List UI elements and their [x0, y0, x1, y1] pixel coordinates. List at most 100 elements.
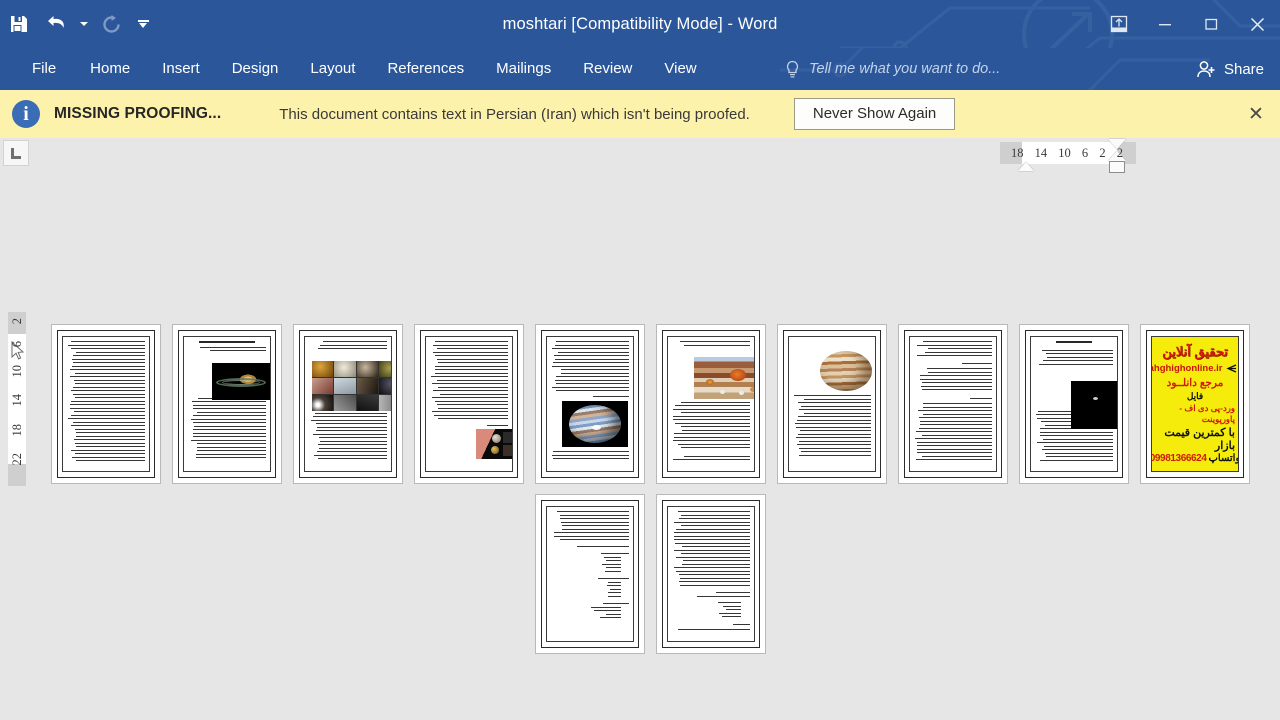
- tell-me-search[interactable]: Tell me what you want to do...: [785, 48, 1000, 90]
- document-text-line: [923, 341, 992, 342]
- document-text-line: [679, 574, 750, 575]
- ribbon-tabs-row: File Home Insert Design Layout Reference…: [0, 48, 1280, 90]
- document-text-line: [683, 560, 750, 561]
- document-text-line: [553, 451, 629, 452]
- document-text-line: [438, 387, 508, 388]
- restore-button[interactable]: [1188, 0, 1234, 48]
- document-text-line: [68, 418, 145, 419]
- document-text-line: [925, 352, 992, 353]
- page-thumbnail-3[interactable]: [293, 324, 403, 484]
- document-text-line: [314, 455, 387, 456]
- document-text-line: [70, 369, 145, 370]
- page-thumbnail-11[interactable]: [535, 494, 645, 654]
- document-text-line: [71, 401, 145, 402]
- document-text-line: [561, 373, 629, 374]
- horizontal-ruler-ticks: 18 14 10 6 2 2: [1009, 142, 1125, 164]
- jupiter-blue-bands-image: [562, 401, 628, 447]
- document-workspace: 18 14 10 6 2 2 2 6 10 14 18 22 تحقیق آنل…: [0, 138, 1280, 720]
- document-text-line: [438, 408, 508, 409]
- notification-close-button[interactable]: ✕: [1244, 102, 1268, 126]
- page-thumbnail-6[interactable]: [656, 324, 766, 484]
- document-text-line: [799, 409, 871, 410]
- tab-home[interactable]: Home: [74, 48, 146, 90]
- document-text-line: [915, 438, 992, 439]
- document-text-line: [673, 419, 750, 420]
- page-thumbnail-2[interactable]: [172, 324, 282, 484]
- document-text-line: [675, 405, 750, 406]
- page-thumbnail-10[interactable]: تحقیق آنلاین Tahghighonline.ir مرجع دانل…: [1140, 324, 1250, 484]
- h-tick-2a: 2: [1099, 146, 1105, 161]
- tab-file[interactable]: File: [22, 48, 74, 90]
- v-tick-10: 10: [11, 365, 24, 378]
- page-thumbnail-7[interactable]: [777, 324, 887, 484]
- proofing-notification-bar: i MISSING PROOFING... This document cont…: [0, 90, 1280, 138]
- close-button[interactable]: [1234, 0, 1280, 48]
- page-thumbnail-9[interactable]: [1019, 324, 1129, 484]
- minimize-button[interactable]: [1142, 0, 1188, 48]
- document-text-line: [726, 609, 741, 610]
- document-text-line: [319, 437, 387, 438]
- document-text-line: [923, 403, 992, 404]
- never-show-again-button[interactable]: Never Show Again: [794, 98, 955, 130]
- document-text-line: [72, 366, 145, 367]
- document-text-line: [75, 453, 145, 454]
- document-text-line: [798, 416, 871, 417]
- document-text-line: [437, 359, 508, 360]
- document-text-line: [674, 437, 750, 438]
- document-text-line: [316, 423, 387, 424]
- vertical-ruler[interactable]: 2 6 10 14 18 22: [8, 318, 26, 466]
- document-text-line: [75, 397, 145, 398]
- document-text-line: [804, 399, 871, 400]
- document-text-line: [604, 557, 621, 558]
- document-text-line: [73, 362, 145, 363]
- tab-insert[interactable]: Insert: [146, 48, 216, 90]
- page-thumbnail-5[interactable]: [535, 324, 645, 484]
- document-text-line: [917, 449, 992, 450]
- document-text-line: [682, 430, 750, 431]
- document-text-line: [602, 564, 622, 565]
- document-text-line: [556, 376, 629, 377]
- page-thumbnail-1[interactable]: [51, 324, 161, 484]
- share-button[interactable]: Share: [1195, 48, 1264, 90]
- document-text-line: [197, 447, 266, 448]
- page-thumbnail-8[interactable]: [898, 324, 1008, 484]
- ribbon-display-options-button[interactable]: [1096, 0, 1142, 48]
- document-text-line: [610, 589, 621, 590]
- document-text-line: [794, 395, 871, 396]
- document-text-line: [76, 460, 145, 461]
- tab-design[interactable]: Design: [216, 48, 295, 90]
- document-text-line: [1043, 360, 1113, 361]
- lightbulb-icon: [785, 60, 800, 79]
- document-text-line: [435, 401, 508, 402]
- page-thumbnail-4[interactable]: [414, 324, 524, 484]
- ad-file-line: فایل: [1187, 391, 1203, 402]
- document-text-line: [606, 567, 621, 568]
- document-text-line: [197, 443, 266, 444]
- ad-whatsapp-label: واتساپ: [1209, 453, 1240, 464]
- document-text-line: [919, 417, 992, 418]
- v-tick-6: 6: [11, 341, 24, 347]
- page-thumbnail-12[interactable]: [656, 494, 766, 654]
- document-text-line: [75, 383, 145, 384]
- tab-references[interactable]: References: [371, 48, 480, 90]
- document-text-line: [678, 511, 750, 512]
- document-text-line: [608, 582, 621, 583]
- document-text-line: [674, 433, 750, 434]
- document-text-line: [681, 553, 750, 554]
- tab-mailings[interactable]: Mailings: [480, 48, 567, 90]
- document-text-line: [927, 368, 992, 369]
- document-text-line: [801, 451, 871, 452]
- tab-layout[interactable]: Layout: [294, 48, 371, 90]
- tab-view[interactable]: View: [648, 48, 712, 90]
- document-text-line: [554, 532, 629, 533]
- document-text-line: [435, 341, 508, 342]
- horizontal-ruler[interactable]: 18 14 10 6 2 2: [1009, 142, 1125, 164]
- document-text-line: [917, 442, 992, 443]
- tab-review[interactable]: Review: [567, 48, 648, 90]
- page-thumbnails: تحقیق آنلاین Tahghighonline.ir مرجع دانل…: [0, 138, 1280, 720]
- document-text-line: [76, 436, 145, 437]
- document-text-line: [1047, 357, 1113, 358]
- document-text-line: [697, 596, 751, 597]
- saturn-rings-image: [212, 363, 270, 400]
- document-text-line: [681, 447, 750, 448]
